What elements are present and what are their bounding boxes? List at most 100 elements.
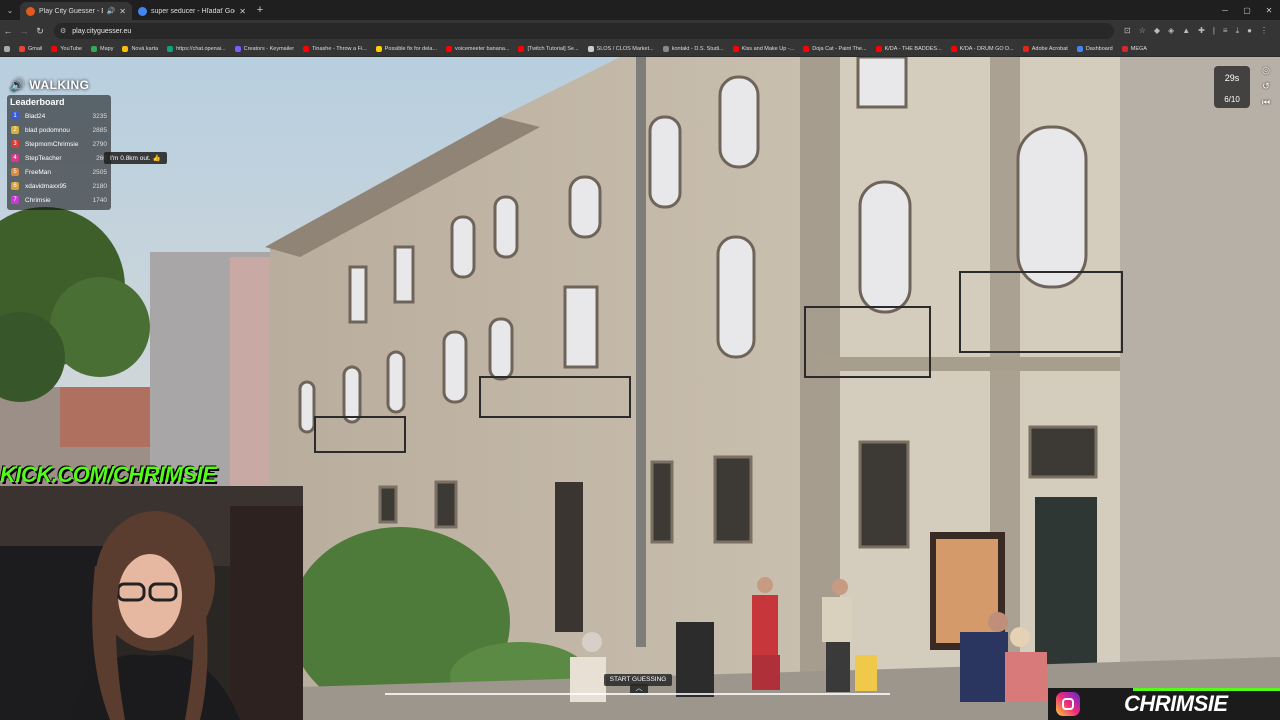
tab-title: Play City Guesser - Explore — [39, 7, 103, 15]
bookmark-chatgpt[interactable]: https://chat.openai... — [167, 46, 226, 52]
tab-search-icon[interactable]: ⌄ — [0, 0, 20, 20]
round-timer-panel: 29s 6/10 — [1214, 66, 1250, 108]
bookmark-youtube[interactable]: YouTube — [51, 46, 82, 52]
youtube-icon — [51, 46, 58, 52]
apps-grid-icon[interactable] — [4, 46, 10, 52]
chevron-up-icon[interactable]: ︿ — [630, 684, 648, 693]
skip-back-icon[interactable]: ⏮ — [1262, 97, 1270, 108]
bookmark-tinashe[interactable]: Tinashe - Throw a Fi... — [303, 46, 367, 52]
player-name: xdavidmaxx95 — [25, 182, 67, 190]
leaderboard-row: 7 Chrimsie 1740 — [7, 193, 111, 207]
divider-icon: | — [1212, 26, 1215, 35]
close-tab-icon[interactable]: ✕ — [119, 7, 126, 16]
puzzle-icon[interactable]: ✚ — [1198, 26, 1205, 36]
youtube-icon — [518, 46, 525, 52]
bookmark-possible-fix[interactable]: Possible fix for dela... — [375, 46, 437, 52]
bookmark-twitch-tutorial[interactable]: [Twitch Tutorial] Se... — [518, 46, 579, 52]
rank-badge: 7 — [11, 196, 19, 204]
close-tab-icon[interactable]: ✕ — [239, 7, 246, 16]
bookmark-voicemeeter[interactable]: voicemeeter banana... — [446, 46, 509, 52]
rank-badge: 5 — [11, 168, 19, 176]
youtube-icon — [875, 46, 882, 52]
leaderboard-row: 4 StepTeacher 260 — [7, 151, 111, 165]
bookmark-gmail[interactable]: Gmail — [19, 46, 42, 52]
folder-icon — [375, 46, 382, 52]
kick-channel-banner: KICK.COM/CHRIMSIE — [0, 462, 217, 487]
leaderboard-row: 2 blad podomnou 2885 — [7, 123, 111, 137]
media-control-icon[interactable]: ≡ — [1223, 26, 1228, 36]
back-arrow-icon[interactable]: ← — [0, 26, 16, 36]
rank-badge: 3 — [11, 140, 19, 148]
bookmark-nova-karta[interactable]: Nová karta — [122, 46, 158, 52]
player-score: 2180 — [92, 182, 107, 190]
rank-badge: 6 — [11, 182, 19, 190]
bookmark-kontakt[interactable]: kontakt - D.S. Studi... — [662, 46, 724, 52]
reload-icon[interactable]: ↻ — [32, 26, 48, 37]
rank-badge: 4 — [11, 154, 19, 162]
star-icon[interactable]: ☆ — [1139, 26, 1146, 36]
player-name: StepTeacher — [25, 154, 62, 162]
bookmark-mapy[interactable]: Mapy — [91, 46, 113, 52]
guess-map-handle[interactable] — [385, 693, 890, 695]
maps-icon — [91, 46, 97, 52]
page-icon — [662, 46, 669, 52]
youtube-icon — [732, 46, 739, 52]
player-score: 1740 — [92, 196, 107, 204]
rank-badge: 2 — [11, 126, 19, 134]
avatar[interactable]: ● — [1247, 26, 1252, 36]
chat-message-bubble: I'm 0.8km out. 👍 — [104, 152, 167, 164]
bookmarks-bar: Gmail YouTube Mapy Nová karta https://ch… — [0, 42, 1280, 57]
webcam-feed — [0, 486, 303, 720]
accent-bar — [1133, 688, 1280, 691]
bookmark-slos-clos[interactable]: SLOS / CLOS Market... — [587, 46, 654, 52]
bookmark-mega[interactable]: MEGA — [1121, 46, 1147, 52]
youtube-icon — [446, 46, 453, 52]
leaderboard-title: Leaderboard — [10, 97, 65, 107]
download-icon[interactable]: ⤓ — [1236, 26, 1240, 36]
extension-icon[interactable]: ◈ — [1168, 26, 1174, 36]
bookmark-kiss-make-up[interactable]: Kiss and Make Up -... — [732, 46, 794, 52]
player-score: 2505 — [92, 168, 107, 176]
timer-text: 29s — [1224, 73, 1240, 83]
speaker-icon[interactable]: 🔊 — [10, 78, 25, 92]
site-info-icon[interactable]: ⚙ — [60, 27, 66, 35]
dashboard-icon — [1076, 46, 1083, 52]
round-counter: 6/10 — [1224, 95, 1240, 104]
player-score: 2790 — [92, 140, 107, 148]
tab-google[interactable]: super seducer - Hľadať Googl ✕ — [132, 2, 252, 20]
tampermonkey-icon[interactable]: ▲ — [1182, 26, 1190, 36]
player-name: Chrimsie — [25, 196, 51, 204]
new-tab-plus-icon[interactable]: + — [252, 4, 268, 16]
youtube-icon — [950, 46, 957, 52]
toolbar-icons: ⊡ ☆ ◆ ◈ ▲ ✚ | ≡ ⤓ ● ⋮ — [1124, 26, 1268, 36]
bookmark-kda-drum-go[interactable]: K/DA - DRUM GO D... — [950, 46, 1014, 52]
tab-cityguesser[interactable]: Play City Guesser - Explore 🔊 ✕ — [20, 2, 132, 20]
bookmark-kda-baddest[interactable]: K/DA - THE BADDES... — [875, 46, 942, 52]
leaderboard-panel: Leaderboard 1 Blad24 3235 2 blad podomno… — [7, 95, 111, 210]
translate-icon[interactable]: ⊡ — [1124, 26, 1131, 36]
start-guessing-label: START GUESSING — [609, 676, 667, 683]
bookmark-doja-cat[interactable]: Doja Cat - Paint The... — [803, 46, 867, 52]
youtube-icon — [303, 46, 310, 52]
forward-arrow-icon[interactable]: → — [16, 26, 32, 36]
leaderboard-row: 5 FreeMan 2505 — [7, 165, 111, 179]
speaker-icon[interactable]: 🔊 — [107, 7, 116, 15]
undo-icon[interactable]: ↺ — [1262, 81, 1270, 92]
window-controls: ─ ▢ ✕ — [1214, 0, 1280, 20]
bookmark-dashboard[interactable]: Dashboard — [1076, 46, 1113, 52]
compass-icon[interactable]: ◎ — [1262, 65, 1270, 76]
minimize-icon[interactable]: ─ — [1214, 6, 1236, 15]
bookmark-adobe-acrobat[interactable]: Adobe Acrobat — [1022, 46, 1068, 52]
kebab-menu-icon[interactable]: ⋮ — [1260, 26, 1268, 36]
maximize-icon[interactable]: ▢ — [1236, 6, 1258, 15]
bookmark-keymailer[interactable]: Creators - Keymailer — [234, 46, 294, 52]
mega-icon — [1121, 46, 1128, 52]
thumbs-up-icon: 👍 — [152, 155, 161, 162]
url-field[interactable]: ⚙ play.cityguesser.eu — [54, 23, 1114, 39]
chat-message-text: I'm 0.8km out. — [110, 155, 151, 162]
close-window-icon[interactable]: ✕ — [1258, 6, 1280, 15]
player-name: blad podomnou — [25, 126, 70, 134]
shield-icon[interactable]: ◆ — [1154, 26, 1160, 36]
cityguesser-favicon-icon — [26, 6, 35, 16]
instagram-icon — [1056, 692, 1080, 716]
